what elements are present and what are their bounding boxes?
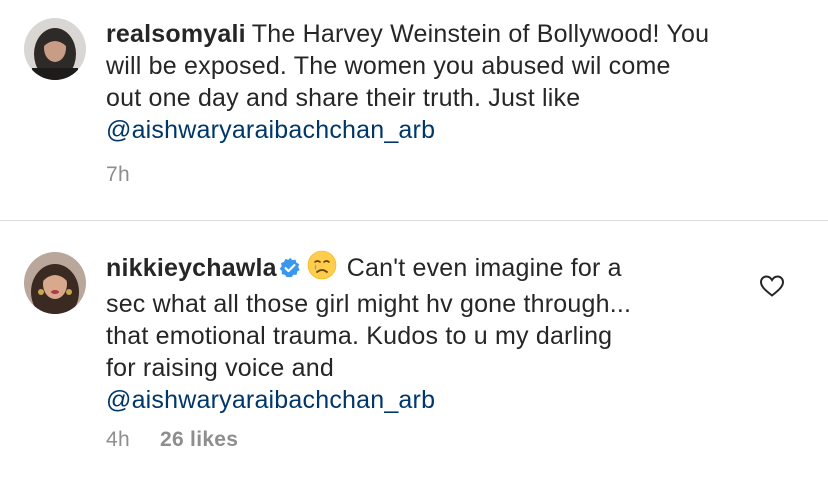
- divider: [0, 220, 828, 221]
- avatar[interactable]: [24, 18, 86, 80]
- avatar[interactable]: [24, 252, 86, 314]
- timestamp: 7h: [106, 163, 130, 186]
- timestamp: 4h: [106, 428, 130, 451]
- likes-count[interactable]: 26 likes: [160, 428, 238, 451]
- username[interactable]: realsomyali: [106, 20, 246, 48]
- comment-text-line: Can't even imagine for a: [346, 254, 622, 282]
- comment-text-line: for raising voice and: [106, 354, 334, 382]
- username[interactable]: nikkieychawla: [106, 254, 277, 282]
- comment-meta: 4h 26 likes: [106, 428, 238, 452]
- mention-link[interactable]: @aishwaryaraibachchan_arb: [106, 386, 435, 414]
- verified-badge-icon: [279, 255, 301, 287]
- comment-meta: 7h: [106, 163, 130, 187]
- comment-text-line: The Harvey Weinstein of Bollywood! You: [251, 20, 710, 48]
- comment-text-line: that emotional trauma. Kudos to u my dar…: [106, 322, 613, 350]
- comment-text-line: out one day and share their truth. Just …: [106, 84, 581, 112]
- crying-face-icon: [307, 250, 337, 288]
- comment-text-line: will be exposed. The women you abused wi…: [106, 52, 671, 80]
- comment-text-line: sec what all those girl might hv gone th…: [106, 290, 632, 318]
- heart-outline-icon[interactable]: [759, 274, 785, 298]
- comment-body: nikkieychawla Can't even imagine for a se…: [106, 250, 806, 416]
- mention-link[interactable]: @aishwaryaraibachchan_arb: [106, 116, 435, 144]
- comment-body: realsomyali The Harvey Weinstein of Bolly…: [106, 18, 806, 146]
